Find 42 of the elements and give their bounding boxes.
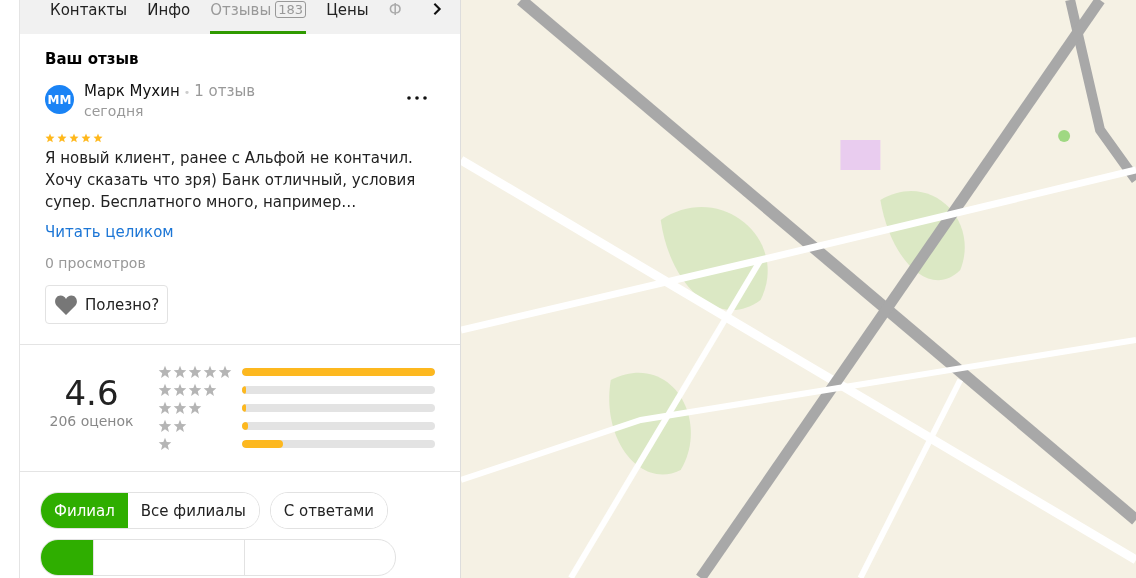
star-icon [218,365,232,380]
review-date: сегодня [84,103,145,119]
sort-segment[interactable] [41,540,93,575]
star-icon [173,365,187,380]
review-text: Я новый клиент, ранее с Альфой не контачил. Хочу сказать что зря) Банк отличный, условия супер. Бесплатного много, например… [45,148,417,213]
star-icon [69,133,79,143]
map-drawing[interactable] [461,0,1136,578]
star-icon [158,418,172,433]
star-icon [188,401,202,415]
star-icon [173,401,187,415]
star-icon [188,365,202,380]
tab[interactable]: Цены [326,0,369,34]
star-icon [158,383,172,398]
star-icon [188,383,202,398]
star-icon [93,133,103,143]
star-icon [57,133,67,143]
review-count-badge: 183 [275,1,307,18]
tab[interactable]: Инфо [147,0,191,34]
author-name[interactable]: Марк Мухин [84,82,180,100]
heart-icon [54,293,78,316]
star-icon [81,133,91,143]
avatar: ММ [45,85,74,114]
star-icon [173,418,187,433]
rating-value: 4.6 [64,373,119,413]
section-heading: Ваш отзыв [45,50,140,68]
tab[interactable]: Контакты [50,0,128,34]
star-icon [45,133,55,143]
star-icon [158,401,172,415]
read-more-link[interactable]: Читать целиком [45,223,174,241]
star-icon [173,383,187,398]
author-review-count: 1 отзыв [194,82,256,100]
views-count: 0 просмотров [45,255,147,271]
filter-tab[interactable]: С ответами [270,493,388,528]
rating-count: 206 оценок [49,413,134,429]
more-icon[interactable] [407,96,427,100]
star-icon [158,436,172,451]
helpful-button[interactable]: Полезно? [45,285,169,324]
separator-dot: • [183,86,191,99]
star-icon [203,365,217,380]
star-icon [203,383,217,398]
star-icon [158,365,172,380]
chevron-right-icon[interactable] [432,2,442,16]
